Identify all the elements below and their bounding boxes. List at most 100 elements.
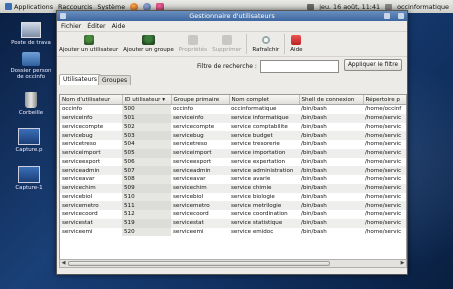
table-cell: /home/servic	[363, 183, 406, 193]
table-cell: servicecompte	[173, 123, 215, 130]
add-user-button[interactable]: Ajouter un utilisateur	[59, 32, 118, 53]
image-file-icon	[18, 166, 40, 183]
toolbar: Ajouter un utilisateur Ajouter un groupe…	[57, 32, 407, 57]
table-row[interactable]: serviceexport 506 serviceexport service exp…	[60, 157, 406, 167]
desktop-icon-capture-1[interactable]: Capture.p	[6, 128, 52, 153]
column-header-full-name[interactable]: Nom complet	[229, 95, 300, 105]
apply-filter-button[interactable]: Appliquer le filtre	[344, 59, 402, 71]
table-cell: /home/servic	[363, 201, 406, 210]
table-cell: /bin/bash	[301, 123, 327, 130]
column-header-primary-group[interactable]: Groupe primaire	[171, 95, 230, 105]
table-cell: service emidoc	[231, 228, 274, 235]
window-title: Gestionnaire d'utilisateurs	[189, 12, 275, 20]
toolbar-separator	[284, 34, 286, 54]
table-row[interactable]: occinfo 500 occinfo occinformatique/bin/bas…	[60, 104, 406, 114]
table-cell: 503	[122, 131, 171, 140]
table-cell: /bin/bash	[301, 141, 327, 148]
table-cell: 511	[122, 201, 171, 210]
menu-fichier[interactable]: Fichier	[61, 23, 81, 30]
delete-button[interactable]: Supprimer	[212, 32, 241, 53]
table-cell: service budget	[229, 131, 299, 140]
table-cell: serviceadmin	[171, 166, 229, 175]
menu-aide[interactable]: Aide	[112, 23, 126, 30]
table-row[interactable]: serviceinfo 501 serviceinfo service informa…	[60, 113, 406, 123]
table-row[interactable]: serviceadmin 507 serviceadmin service admin…	[60, 166, 406, 175]
minimize-icon[interactable]	[384, 13, 390, 19]
table-cell: 501	[122, 113, 171, 123]
table-cell: 505	[122, 148, 171, 158]
desktop-icon-home[interactable]: Dossier person de occinfo	[8, 52, 54, 80]
table-cell: /home/servic	[365, 228, 402, 235]
horizontal-scrollbar[interactable]: ◀ ▶	[59, 259, 407, 268]
table-row[interactable]: servicebug 503 servicebug service budget/bi…	[60, 131, 406, 140]
menu-editer[interactable]: Éditer	[87, 23, 105, 30]
table-cell: service informatique	[229, 113, 299, 123]
table-cell: service metrilogie	[229, 201, 299, 210]
desktop-icon-capture-2[interactable]: Capture-1	[6, 166, 52, 191]
desktop-icon-trash[interactable]: Corbeille	[8, 92, 54, 116]
table-row[interactable]: serviceimport 505 serviceimport service imp…	[60, 148, 406, 158]
table-cell: 509	[122, 183, 171, 193]
maximize-icon[interactable]	[398, 13, 404, 19]
table-cell: /home/servic	[365, 158, 402, 165]
help-button[interactable]: Aide	[290, 32, 303, 53]
table-row[interactable]: servicechim 509 servicechim service chimie /…	[60, 183, 406, 193]
tab-groupes[interactable]: Groupes	[98, 75, 132, 85]
table-row[interactable]: servicemetro 511 servicemetro service metri…	[60, 201, 406, 210]
volume-icon[interactable]	[385, 3, 393, 10]
table-row[interactable]: servicetreso 504 servicetreso service treso…	[60, 140, 406, 149]
table-row[interactable]: serviceemi 520 serviceemi service emidoc/bi…	[60, 227, 406, 237]
refresh-icon	[260, 35, 271, 45]
window-menu-icon[interactable]	[60, 13, 66, 19]
table-cell: service comptabilite	[231, 123, 288, 130]
add-user-icon	[83, 35, 94, 45]
table-cell: servicechim	[60, 183, 122, 193]
tabs: Utilisateurs Groupes	[57, 74, 407, 85]
column-header-username[interactable]: Nom d'utilisateur	[60, 95, 123, 105]
applications-menu[interactable]: Applications	[5, 3, 53, 11]
table-row[interactable]: servicebiol 510 servicebiol service biologi…	[60, 192, 406, 202]
users-table: Nom d'utilisateur ID utilisateur ▾ Groupe …	[60, 95, 406, 237]
filter-input[interactable]	[260, 60, 339, 73]
table-cell: /home/servic	[363, 148, 406, 158]
delete-icon	[221, 35, 232, 45]
table-cell: servicecompte	[62, 123, 104, 130]
column-header-login-shell[interactable]: Shell de connexion	[299, 95, 364, 105]
table-row[interactable]: serviceavar 508 serviceavar service avarie /…	[60, 175, 406, 184]
table-cell: /home/servic	[363, 166, 406, 175]
table-cell: 510	[122, 192, 171, 202]
table-row[interactable]: servicecoord 512 servicecoord service coord…	[60, 210, 406, 219]
table-cell: serviceinfo	[171, 113, 229, 123]
scroll-left-icon[interactable]: ◀	[60, 260, 67, 267]
table-row[interactable]: servicecompte 502 servicecompte service com…	[60, 122, 406, 132]
properties-button[interactable]: Propriétés	[179, 32, 207, 53]
window-titlebar[interactable]: Gestionnaire d'utilisateurs	[57, 11, 407, 21]
refresh-button[interactable]: Rafraîchir	[252, 32, 279, 53]
table-cell: serviceimport	[171, 148, 229, 158]
table-cell: 504	[122, 140, 171, 149]
table-cell: service statistique	[229, 218, 299, 228]
column-header-user-id[interactable]: ID utilisateur ▾	[122, 95, 172, 105]
table-row[interactable]: servicestat 519 servicestat service statist…	[60, 218, 406, 228]
filter-label: Filtre de recherche :	[197, 63, 257, 70]
help-icon	[291, 35, 302, 45]
table-cell: /bin/bash	[299, 218, 363, 228]
table-cell: service administration	[229, 166, 299, 175]
table-cell: /bin/bash	[301, 176, 327, 183]
scroll-right-icon[interactable]: ▶	[399, 260, 406, 267]
add-group-icon	[141, 35, 155, 45]
tab-utilisateurs[interactable]: Utilisateurs	[59, 74, 101, 85]
properties-icon	[187, 35, 198, 45]
column-header-home-dir[interactable]: Répertoire p	[363, 95, 406, 105]
image-file-icon	[18, 128, 40, 145]
computer-icon	[21, 22, 41, 38]
table-cell: /home/servic	[365, 211, 402, 218]
network-icon[interactable]	[307, 3, 315, 10]
table-cell: 500	[122, 104, 171, 114]
desktop-icon-computer[interactable]: Poste de trava	[8, 22, 54, 46]
table-cell: servicebug	[171, 131, 229, 140]
add-group-button[interactable]: Ajouter un groupe	[123, 32, 174, 53]
table-cell: /bin/bash	[301, 158, 327, 165]
table-cell: 502	[122, 122, 171, 132]
scrollbar-thumb[interactable]	[68, 261, 330, 266]
